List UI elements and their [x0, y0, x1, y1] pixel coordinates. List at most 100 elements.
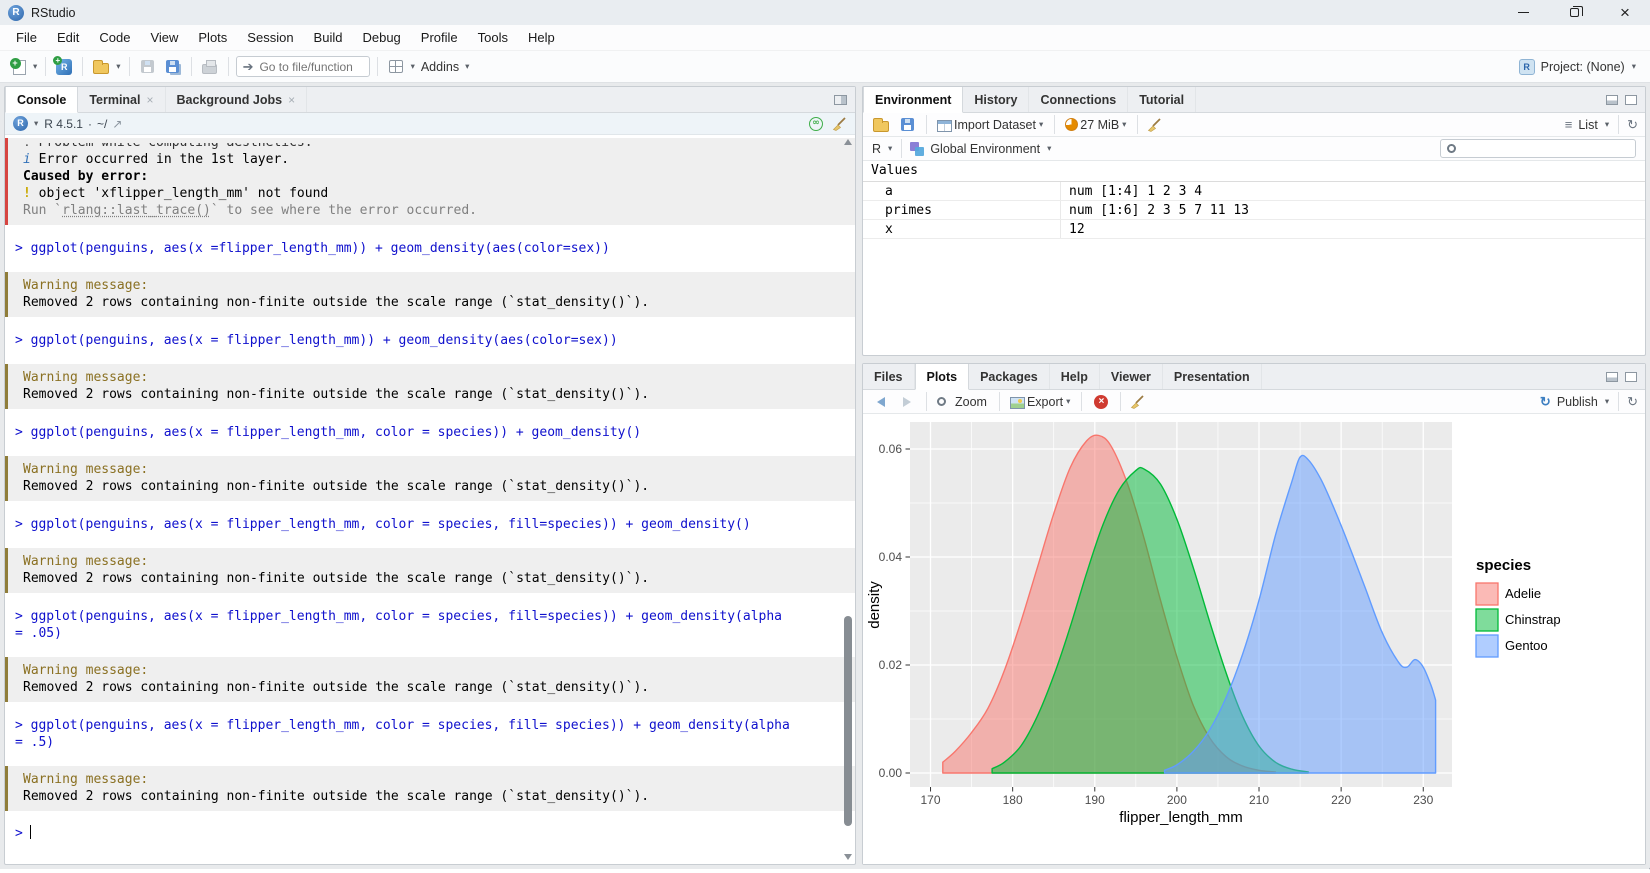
menu-item-build[interactable]: Build: [304, 26, 353, 49]
console-command: > ggplot(penguins, aes(x = flipper_lengt…: [15, 516, 837, 533]
clear-all-plots-broom-icon[interactable]: [1129, 394, 1145, 410]
tab-console[interactable]: Console: [5, 87, 78, 113]
environment-search-box[interactable]: [1440, 139, 1636, 158]
next-plot-button[interactable]: [896, 390, 918, 414]
menu-item-plots[interactable]: Plots: [188, 26, 237, 49]
clear-environment-broom-icon[interactable]: [1146, 117, 1162, 133]
maximize-pane-icon[interactable]: [834, 95, 847, 105]
tab-background-jobs[interactable]: Background Jobs×: [166, 87, 308, 112]
addins-button[interactable]: Addins: [419, 60, 461, 74]
console-command: > ggplot(penguins, aes(x = flipper_lengt…: [15, 424, 837, 441]
minimize-pane-icon[interactable]: [1606, 95, 1618, 105]
scroll-up-arrow-icon[interactable]: [844, 139, 852, 145]
close-tab-icon[interactable]: ×: [146, 93, 153, 107]
menu-item-edit[interactable]: Edit: [47, 26, 89, 49]
open-folder-icon: [93, 63, 109, 74]
r-version-caret-icon[interactable]: ▾: [33, 118, 39, 129]
memory-usage-button[interactable]: 27 MiB ▾: [1063, 113, 1129, 137]
svg-text:200: 200: [1167, 793, 1187, 807]
new-file-caret-icon[interactable]: ▾: [32, 61, 38, 72]
tab-terminal[interactable]: Terminal×: [78, 87, 165, 112]
goto-file-function-input[interactable]: [259, 60, 362, 74]
pane-layout-button[interactable]: [385, 55, 407, 79]
import-dataset-button[interactable]: Import Dataset ▾: [935, 113, 1046, 137]
console-output[interactable]: ! Problem while computing aesthetics.i E…: [5, 135, 855, 864]
window-close-button[interactable]: ×: [1618, 6, 1632, 20]
tab-environment[interactable]: Environment: [863, 87, 963, 113]
maximize-pane-icon[interactable]: [1625, 372, 1637, 382]
export-plot-button[interactable]: Export ▾: [1008, 390, 1073, 414]
tab-packages[interactable]: Packages: [969, 364, 1050, 389]
tab-connections[interactable]: Connections: [1029, 87, 1128, 112]
language-selector[interactable]: R: [870, 142, 883, 156]
menu-item-code[interactable]: Code: [89, 26, 140, 49]
menu-item-profile[interactable]: Profile: [411, 26, 468, 49]
save-workspace-button[interactable]: [896, 113, 918, 137]
environment-row[interactable]: anum [1:4] 1 2 3 4: [863, 182, 1645, 201]
menu-item-file[interactable]: File: [6, 26, 47, 49]
environment-caret-icon[interactable]: ▾: [1046, 143, 1052, 154]
view-mode-caret-icon[interactable]: ▾: [1604, 119, 1610, 130]
open-file-caret-icon[interactable]: ▾: [115, 61, 121, 72]
remove-plot-button[interactable]: ×: [1090, 390, 1112, 414]
menu-item-debug[interactable]: Debug: [352, 26, 410, 49]
project-icon: R: [1519, 59, 1535, 75]
environment-object-list: Values anum [1:4] 1 2 3 4primesnum [1:6]…: [863, 161, 1645, 355]
language-caret-icon[interactable]: ▾: [887, 143, 893, 154]
goto-file-function-box[interactable]: ➔: [236, 56, 370, 77]
tab-files[interactable]: Files: [863, 364, 915, 389]
publish-button[interactable]: Publish: [1555, 395, 1600, 409]
new-project-button[interactable]: R: [53, 55, 75, 79]
environment-search-input[interactable]: [1462, 142, 1629, 156]
project-selector[interactable]: R Project: (None) ▾: [1519, 59, 1643, 75]
tab-tutorial[interactable]: Tutorial: [1128, 87, 1196, 112]
environment-selector[interactable]: Global Environment: [928, 142, 1042, 156]
environment-panel: Environment History Connections Tutorial: [862, 86, 1646, 356]
scrollbar-thumb[interactable]: [844, 616, 852, 826]
tab-viewer[interactable]: Viewer: [1100, 364, 1163, 389]
new-file-button[interactable]: [7, 55, 29, 79]
object-name: primes: [863, 201, 1061, 219]
console-prompt[interactable]: >: [15, 825, 837, 842]
addins-caret-icon[interactable]: ▾: [464, 61, 470, 72]
console-header: R ▾ R 4.5.1 · ~/ ↗ ∞: [5, 113, 855, 135]
menu-item-session[interactable]: Session: [237, 26, 303, 49]
remove-plot-icon: ×: [1094, 395, 1108, 409]
tab-plots[interactable]: Plots: [915, 364, 970, 390]
pane-layout-caret-icon[interactable]: ▾: [410, 61, 416, 72]
menu-item-tools[interactable]: Tools: [468, 26, 518, 49]
previous-plot-button[interactable]: [870, 390, 892, 414]
tab-presentation[interactable]: Presentation: [1163, 364, 1262, 389]
open-file-button[interactable]: [90, 55, 112, 79]
zoom-plot-button[interactable]: Zoom: [935, 390, 991, 414]
environment-row[interactable]: x12: [863, 220, 1645, 239]
scroll-down-arrow-icon[interactable]: [844, 854, 852, 860]
minimize-pane-icon[interactable]: [1606, 372, 1618, 382]
object-name: a: [863, 182, 1061, 200]
print-button[interactable]: [199, 55, 221, 79]
window-minimize-button[interactable]: [1516, 6, 1530, 20]
maximize-pane-icon[interactable]: [1625, 95, 1637, 105]
menu-item-view[interactable]: View: [140, 26, 188, 49]
console-scrollbar[interactable]: [842, 137, 854, 862]
memory-pie-icon: [1065, 118, 1078, 131]
console-warning-block: Warning message:Removed 2 rows containin…: [5, 272, 855, 317]
menu-item-help[interactable]: Help: [518, 26, 565, 49]
load-workspace-button[interactable]: [870, 113, 892, 137]
open-directory-icon[interactable]: ↗: [112, 117, 122, 131]
save-all-button[interactable]: [162, 55, 184, 79]
environment-row[interactable]: primesnum [1:6] 2 3 5 7 11 13: [863, 201, 1645, 220]
main-toolbar: ▾ R ▾ ➔ ▾ Addins ▾ R Project: (None) ▾: [0, 51, 1650, 83]
refresh-icon[interactable]: ↻: [1627, 117, 1638, 133]
view-mode-button[interactable]: List: [1576, 118, 1599, 132]
clear-console-broom-icon[interactable]: [831, 116, 847, 132]
window-restore-button[interactable]: [1567, 6, 1581, 20]
print-icon: [202, 64, 217, 74]
publish-caret-icon[interactable]: ▾: [1604, 396, 1610, 407]
tab-help[interactable]: Help: [1050, 364, 1100, 389]
close-tab-icon[interactable]: ×: [288, 93, 295, 107]
save-icon: [141, 60, 154, 73]
save-button[interactable]: [137, 55, 159, 79]
refresh-plot-icon[interactable]: ↻: [1627, 394, 1638, 410]
tab-history[interactable]: History: [963, 87, 1029, 112]
